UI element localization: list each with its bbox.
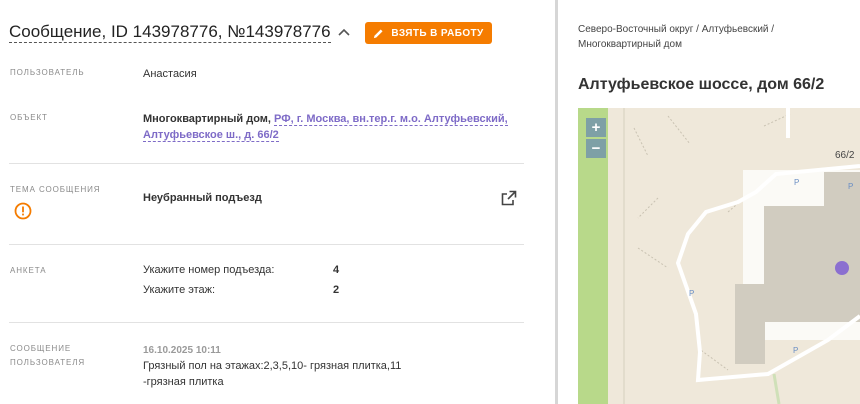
- user-message-label-line1: СООБЩЕНИЕ: [10, 344, 72, 353]
- survey-question-1: Укажите номер подъезда:: [143, 264, 275, 276]
- object-type: Многоквартирный дом,: [143, 113, 271, 125]
- external-link-icon[interactable]: [500, 189, 518, 207]
- divider: [9, 244, 524, 245]
- breadcrumb: Северо-Восточный округ / Алтуфьевский / …: [578, 22, 848, 52]
- warning-icon: [14, 202, 32, 220]
- breadcrumb-line1: Северо-Восточный округ / Алтуфьевский /: [578, 24, 775, 35]
- message-text-line1: Грязный пол на этажах:2,3,5,10- грязная …: [143, 360, 402, 372]
- object-address-link[interactable]: РФ, г. Москва, вн.тер.г. м.о. Алтуфьевск…: [274, 113, 508, 126]
- message-timestamp: 16.10.2025 10:11: [143, 345, 221, 356]
- survey-question-2: Укажите этаж:: [143, 284, 216, 296]
- user-message-label: СООБЩЕНИЕ ПОЛЬЗОВАТЕЛЯ: [10, 342, 85, 370]
- location-marker[interactable]: [835, 261, 849, 275]
- user-value: Анастасия: [143, 68, 197, 80]
- user-message-label-line2: ПОЛЬЗОВАТЕЛЯ: [10, 358, 86, 367]
- parking-label: P: [793, 346, 799, 355]
- location-panel: Северо-Восточный округ / Алтуфьевский / …: [558, 0, 860, 404]
- building-section: [824, 172, 860, 254]
- zoom-out-button[interactable]: −: [586, 139, 606, 158]
- topic-value: Неубранный подъезд: [143, 192, 262, 204]
- take-to-work-button[interactable]: ВЗЯТЬ В РАБОТУ: [365, 22, 492, 44]
- object-value: Многоквартирный дом, РФ, г. Москва, вн.т…: [143, 111, 513, 143]
- parking-label: P: [689, 289, 695, 298]
- parking-label: P: [848, 182, 854, 191]
- message-header: Сообщение, ID 143978776, №143978776: [9, 22, 353, 43]
- parking-label: P: [794, 178, 800, 187]
- survey-answer-2: 2: [333, 284, 340, 296]
- topic-label: ТЕМА СООБЩЕНИЯ: [10, 185, 101, 194]
- map-canvas: [578, 108, 860, 404]
- survey-label: АНКЕТА: [10, 266, 47, 275]
- message-text-line2: -грязная плитка: [143, 376, 224, 388]
- zoom-in-button[interactable]: +: [586, 118, 606, 137]
- address-title: Алтуфьевское шоссе, дом 66/2: [578, 76, 825, 93]
- divider: [9, 322, 524, 323]
- pencil-icon: [374, 28, 383, 38]
- survey-answer-1: 4: [333, 264, 340, 276]
- object-address-link-line2[interactable]: Алтуфьевское ш., д. 66/2: [143, 129, 279, 142]
- message-title[interactable]: Сообщение, ID 143978776, №143978776: [9, 22, 331, 43]
- divider: [9, 163, 524, 164]
- breadcrumb-line2: Многоквартирный дом: [578, 39, 682, 50]
- map[interactable]: + − 66/2 P P P P: [578, 108, 860, 404]
- building-section: [735, 284, 765, 364]
- message-panel: Сообщение, ID 143978776, №143978776 ВЗЯТ…: [0, 0, 556, 404]
- map-path: [772, 373, 781, 404]
- object-label: ОБЪЕКТ: [10, 113, 48, 122]
- take-to-work-label: ВЗЯТЬ В РАБОТУ: [391, 27, 484, 39]
- user-label: ПОЛЬЗОВАТЕЛЬ: [10, 68, 85, 77]
- building-number-label: 66/2: [835, 150, 855, 161]
- message-text: Грязный пол на этажах:2,3,5,10- грязная …: [143, 358, 401, 390]
- chevron-up-icon[interactable]: [335, 24, 353, 42]
